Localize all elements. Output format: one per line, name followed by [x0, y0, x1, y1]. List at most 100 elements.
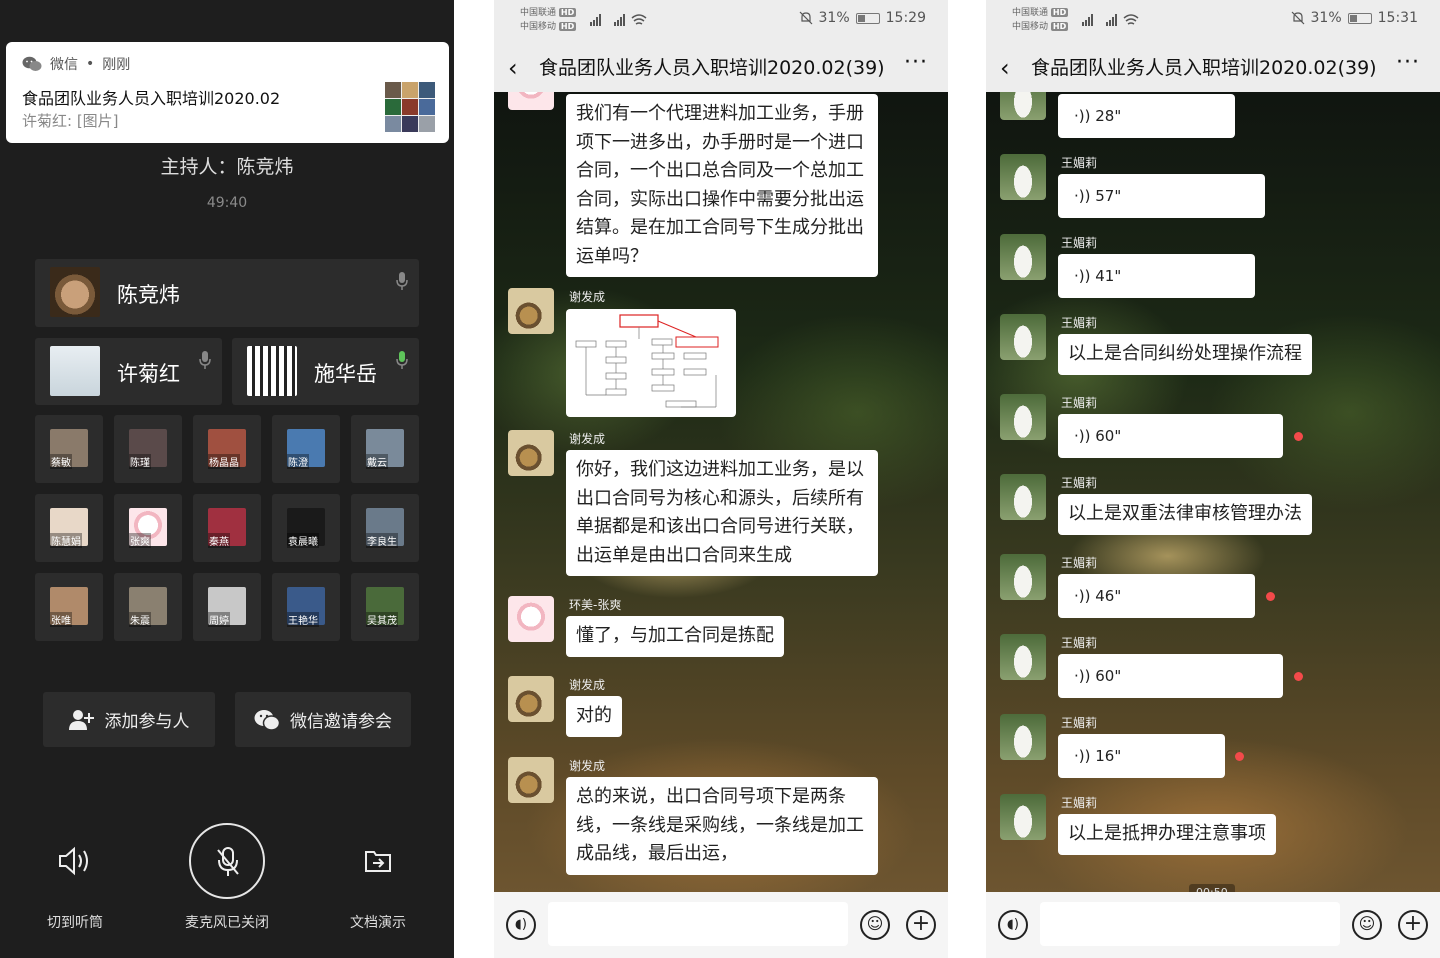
text-bubble[interactable]: 对的: [566, 696, 622, 737]
document-share-icon[interactable]: [364, 849, 392, 873]
voice-bubble[interactable]: ·)) 60": [1058, 654, 1283, 698]
speaker-icon[interactable]: [58, 846, 92, 876]
sender-name: 王媚莉: [1061, 796, 1098, 810]
avatar: [50, 267, 100, 317]
sender-name: 谢发成: [569, 759, 606, 773]
plus-icon[interactable]: +: [1398, 910, 1428, 940]
avatar[interactable]: [508, 757, 554, 803]
flowchart-image[interactable]: [566, 309, 736, 417]
avatar[interactable]: [1000, 714, 1046, 760]
participant-tile[interactable]: 朱震: [114, 573, 182, 641]
participant-tile[interactable]: 张唯: [35, 573, 103, 641]
voice-duration: 46": [1095, 587, 1122, 605]
participant-tile[interactable]: 蔡敏: [35, 415, 103, 483]
participant-name: 蔡敏: [50, 454, 72, 469]
status-right: 31% 15:31: [1291, 10, 1418, 26]
text-bubble[interactable]: 以上是双重法律审核管理办法: [1058, 494, 1312, 535]
voice-wave-icon: ·)): [1074, 587, 1096, 605]
voice-bubble[interactable]: ·)) 41": [1058, 254, 1255, 298]
wechat-icon: [22, 56, 42, 71]
wechat-invite-label: 微信邀请参会: [290, 712, 392, 732]
participant-tile[interactable]: 秦燕: [193, 494, 261, 562]
voice-wave-icon: ·)): [1074, 747, 1096, 765]
avatar[interactable]: [1000, 394, 1046, 440]
participant-name: 袁晨曦: [287, 533, 319, 548]
wechat-invite-button[interactable]: 微信邀请参会: [235, 692, 411, 747]
more-icon[interactable]: ···: [904, 50, 928, 75]
text-bubble[interactable]: 以上是抵押办理注意事项: [1058, 814, 1276, 855]
participant-name: 朱震: [129, 612, 151, 627]
chat-messages[interactable]: 我们有一个代理进料加工业务，手册项下一进多出，办手册时是一个进口合同，一个出口总…: [494, 92, 948, 892]
avatar[interactable]: [508, 596, 554, 642]
participant-grid: 蔡敏 陈瑾 杨晶晶 陈澄 戴云 陈慧娟 张爽 秦燕 袁晨曦 李良生 张唯 朱震 …: [35, 415, 419, 641]
group-chat-screen: 中国联通 HD 中国移动 HD 31% 15:31 ‹ 食品团队业务人员入职培训…: [986, 0, 1440, 958]
participant-tile[interactable]: 陈慧娟: [35, 494, 103, 562]
text-bubble[interactable]: 懂了，与加工合同是拣配: [566, 616, 784, 657]
participant-tile[interactable]: 王艳华: [272, 573, 340, 641]
participant-name: 周婷: [208, 612, 230, 627]
avatar[interactable]: [508, 430, 554, 476]
speaker-card[interactable]: 施华岳: [232, 338, 419, 405]
voice-bubble[interactable]: ·)) 60": [1058, 414, 1283, 458]
voice-bubble[interactable]: ·)) 28": [1058, 94, 1235, 138]
voice-input-icon[interactable]: ◖): [506, 910, 536, 940]
emoji-icon[interactable]: ☺: [860, 910, 890, 940]
group-chat-screen: 中国联通 HD 中国移动 HD 31% 15:29 ‹ 食品团队业务人员入职培训…: [494, 0, 948, 958]
avatar[interactable]: [1000, 234, 1046, 280]
avatar[interactable]: [1000, 154, 1046, 200]
text-bubble[interactable]: 总的来说，出口合同号项下是两条线，一条线是采购线，一条线是加工成品线，最后出运，: [566, 777, 878, 875]
avatar[interactable]: [1000, 554, 1046, 600]
unread-dot: [1294, 672, 1303, 681]
avatar[interactable]: [1000, 474, 1046, 520]
chat-title: 食品团队业务人员入职培训2020.02(39): [539, 57, 885, 79]
message-input[interactable]: [1040, 902, 1340, 946]
add-participant-label: 添加参与人: [104, 712, 190, 732]
avatar[interactable]: [508, 92, 554, 110]
text-bubble[interactable]: 你好，我们这边进料加工业务，是以出口合同号为核心和源头，后续所有单据都是和该出口…: [566, 450, 878, 576]
avatar[interactable]: [1000, 794, 1046, 840]
back-icon[interactable]: ‹: [508, 54, 518, 82]
voice-input-icon[interactable]: ◖): [998, 910, 1028, 940]
mic-status-label: 麦克风已关闭: [185, 915, 269, 931]
participant-tile[interactable]: 李良生: [351, 494, 419, 562]
more-icon[interactable]: ···: [1396, 50, 1420, 75]
participant-tile[interactable]: 杨晶晶: [193, 415, 261, 483]
text-bubble[interactable]: 我们有一个代理进料加工业务，手册项下一进多出，办手册时是一个进口合同，一个出口总…: [566, 94, 878, 277]
mic-toggle-button[interactable]: [189, 823, 265, 899]
message-input[interactable]: [548, 902, 848, 946]
notification-thumbnail: [385, 82, 435, 132]
avatar: [247, 346, 297, 396]
add-participant-button[interactable]: 添加参与人: [43, 692, 215, 747]
chat-messages[interactable]: ·)) 28" 王媚莉 ·)) 57" 王媚莉 ·)) 41" 王媚莉 以上是合…: [986, 92, 1440, 892]
participant-tile[interactable]: 袁晨曦: [272, 494, 340, 562]
avatar[interactable]: [1000, 92, 1046, 120]
emoji-icon[interactable]: ☺: [1352, 910, 1382, 940]
voice-wave-icon: ·)): [1074, 667, 1096, 685]
chat-header: ‹ 食品团队业务人员入职培训2020.02(39) ···: [494, 40, 948, 92]
participant-name: 张唯: [50, 612, 72, 627]
document-share-label: 文档演示: [350, 915, 406, 931]
voice-bubble[interactable]: ·)) 57": [1058, 174, 1265, 218]
participant-tile[interactable]: 戴云: [351, 415, 419, 483]
back-icon[interactable]: ‹: [1000, 54, 1010, 82]
voice-bubble[interactable]: ·)) 16": [1058, 734, 1225, 778]
participant-tile[interactable]: 周婷: [193, 573, 261, 641]
plus-icon[interactable]: +: [906, 910, 936, 940]
avatar[interactable]: [1000, 314, 1046, 360]
signal-icon: [1082, 14, 1139, 26]
avatar[interactable]: [508, 676, 554, 722]
participant-tile[interactable]: 陈澄: [272, 415, 340, 483]
participant-name: 李良生: [366, 533, 398, 548]
avatar[interactable]: [508, 288, 554, 334]
participant-tile[interactable]: 吴其茂: [351, 573, 419, 641]
message-notification[interactable]: 微信 • 刚刚 食品团队业务人员入职培训2020.02 许菊红: [图片]: [6, 42, 449, 143]
participant-tile[interactable]: 陈瑾: [114, 415, 182, 483]
speaker-card[interactable]: 陈竞炜: [35, 259, 419, 327]
avatar[interactable]: [1000, 634, 1046, 680]
voice-bubble[interactable]: ·)) 46": [1058, 574, 1255, 618]
flowchart-graphic: [575, 314, 719, 408]
text-bubble[interactable]: 以上是合同纠纷处理操作流程: [1058, 334, 1312, 375]
meeting-timer: 49:40: [206, 195, 248, 211]
speaker-card[interactable]: 许菊红: [35, 338, 222, 405]
participant-tile[interactable]: 张爽: [114, 494, 182, 562]
